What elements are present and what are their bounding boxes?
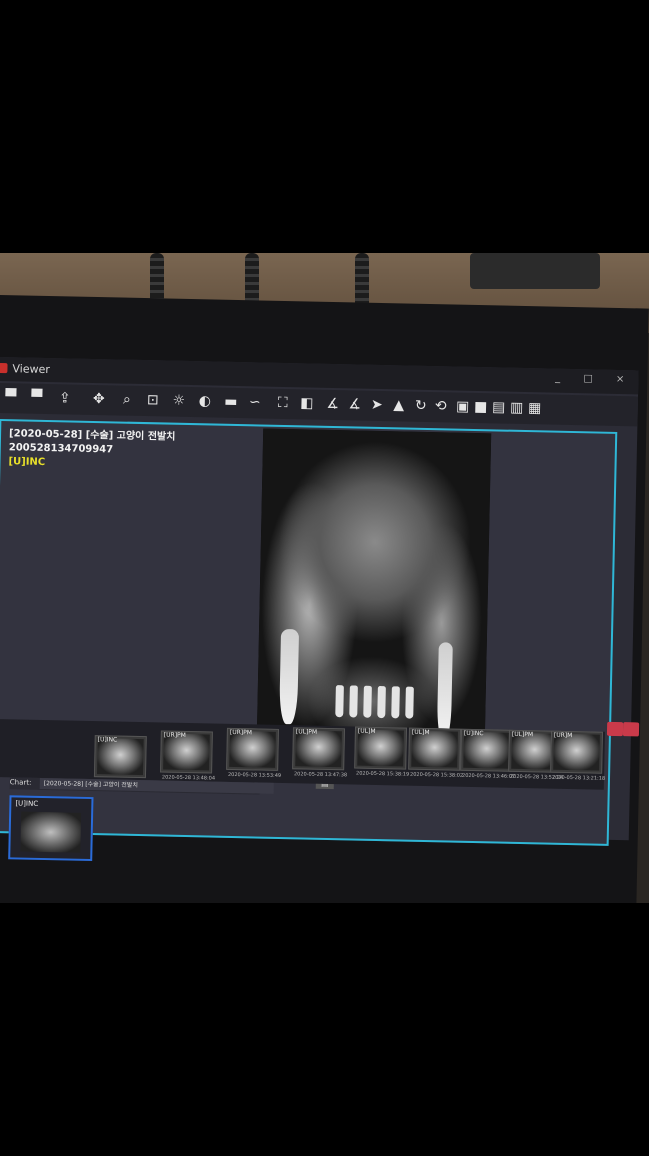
photo-frame: Viewer _ □ × ▀ ▀ ⇪ ✥ ⌕ ⊡ ☼ ◐ ▬ ∽ ⛶ ◧ ∡ ∡ ➤ ▲ ↻ ⟲ ▣ ■ ▤ ▥ ▦ [20… <box>0 253 649 903</box>
angle-icon[interactable]: ∡ <box>324 395 342 413</box>
incisor <box>391 686 400 719</box>
thumbnail[interactable]: [UL]PM <box>292 727 346 771</box>
incisor <box>363 685 372 718</box>
window-title: Viewer <box>12 362 50 377</box>
selected-series-thumb[interactable]: [U]INC <box>8 795 94 862</box>
selected-thumb-image <box>20 811 82 853</box>
thumbnail-image <box>553 733 600 771</box>
thumbnail-image <box>411 730 458 768</box>
incisor <box>335 685 344 718</box>
thumbnail[interactable]: [UL]M <box>408 727 462 771</box>
thumbnail-label: [UL]M <box>411 728 430 737</box>
thumbnail-image <box>295 730 342 768</box>
series-label: [U]INC <box>8 456 46 468</box>
zoom-icon[interactable]: ⌕ <box>118 390 136 408</box>
thumbnail-date: 2020-05-28 13:21:18 <box>551 774 606 782</box>
layout2-icon[interactable]: ▤ <box>490 398 508 416</box>
fit-screen-icon[interactable]: ⛶ <box>274 394 292 412</box>
thumbnail-label: [UL]PM <box>295 728 318 736</box>
thumbnail-date: 2020-05-28 13:46:07 <box>461 772 516 780</box>
thumbnail-date: 2020-05-28 13:47:38 <box>293 771 348 779</box>
thumbnail-date: 2020-05-28 13:53:49 <box>227 771 282 779</box>
triangle-icon[interactable]: ▲ <box>390 396 408 414</box>
angle2-icon[interactable]: ∡ <box>346 395 364 413</box>
thumbnail-label: [UL]PM <box>511 730 534 739</box>
thumbnail-image <box>229 730 276 768</box>
thumbnail-date: 2020-05-28 15:38:19 <box>355 770 410 778</box>
window-controls[interactable]: _ □ × <box>555 373 634 386</box>
thumbnail[interactable]: [U]INC <box>460 728 514 772</box>
thumbnail-label: [UL]M <box>357 727 376 735</box>
thumbnail[interactable]: [UR]PM <box>226 727 279 771</box>
brightness-icon[interactable]: ☼ <box>170 392 188 410</box>
thumbnail-image <box>463 731 510 769</box>
xray-image[interactable] <box>256 428 492 752</box>
thumbnail-image <box>163 733 210 771</box>
save-as-icon[interactable]: ▀ <box>28 389 46 407</box>
selected-series-label: [U]INC <box>15 799 39 808</box>
upload-icon[interactable]: ⇪ <box>56 389 74 407</box>
export-icon[interactable] <box>606 721 624 737</box>
thumbnail[interactable]: [U]INC <box>93 735 147 779</box>
curve-icon[interactable]: ∽ <box>246 393 264 411</box>
image-overlay-text: [2020-05-28] [수술] 고양이 전발치 20052813470994… <box>8 427 175 472</box>
thumbnail-date: 2020-05-28 15:38:02 <box>409 771 464 779</box>
window-level-icon[interactable]: ▬ <box>222 393 240 411</box>
share-icon[interactable] <box>622 722 640 737</box>
rotate-icon[interactable]: ↻ <box>412 397 430 415</box>
save-icon[interactable]: ▀ <box>2 388 20 406</box>
chart-label: Chart: <box>9 778 32 787</box>
power-strip <box>470 253 600 289</box>
thumbnail-label: [UR]M <box>553 731 573 740</box>
incisor <box>405 686 414 719</box>
contrast-icon[interactable]: ◐ <box>196 392 214 410</box>
incisor <box>349 685 358 718</box>
invert-icon[interactable]: ◧ <box>298 394 316 412</box>
layout3-icon[interactable]: ▥ <box>508 399 526 417</box>
thumbnail-label: [U]INC <box>463 729 484 738</box>
thumbnail-label: [UR]PM <box>163 731 186 739</box>
layout4-icon[interactable]: ▦ <box>526 399 544 417</box>
zoom-box-icon[interactable]: ⊡ <box>144 391 162 409</box>
incisor <box>377 685 386 719</box>
thumbnail[interactable]: [UL]M <box>354 726 408 770</box>
rotate-ccw-icon[interactable]: ⟲ <box>432 397 450 415</box>
thumbnail-label: [UR]PM <box>229 728 253 737</box>
viewer-window: Viewer _ □ × ▀ ▀ ⇪ ✥ ⌕ ⊡ ☼ ◐ ▬ ∽ ⛶ ◧ ∡ ∡ ➤ ▲ ↻ ⟲ ▣ ■ ▤ ▥ ▦ [20… <box>0 356 640 862</box>
thumbnail-label: [U]INC <box>97 736 118 744</box>
monitor-bezel: Viewer _ □ × ▀ ▀ ⇪ ✥ ⌕ ⊡ ☼ ◐ ▬ ∽ ⛶ ◧ ∡ ∡ ➤ ▲ ↻ ⟲ ▣ ■ ▤ ▥ ▦ [20… <box>0 295 649 903</box>
ruler-icon[interactable]: ➤ <box>368 396 386 414</box>
thumbnail-image <box>357 729 404 767</box>
thumbnail-image <box>96 738 144 776</box>
thumbnail[interactable]: [UR]M <box>550 730 603 774</box>
export-icon[interactable]: ▣ <box>454 398 472 416</box>
layout1-icon[interactable]: ■ <box>472 398 490 416</box>
app-icon <box>0 362 8 374</box>
move-icon[interactable]: ✥ <box>90 390 108 408</box>
thumbnail[interactable]: [UR]PM <box>160 730 213 774</box>
